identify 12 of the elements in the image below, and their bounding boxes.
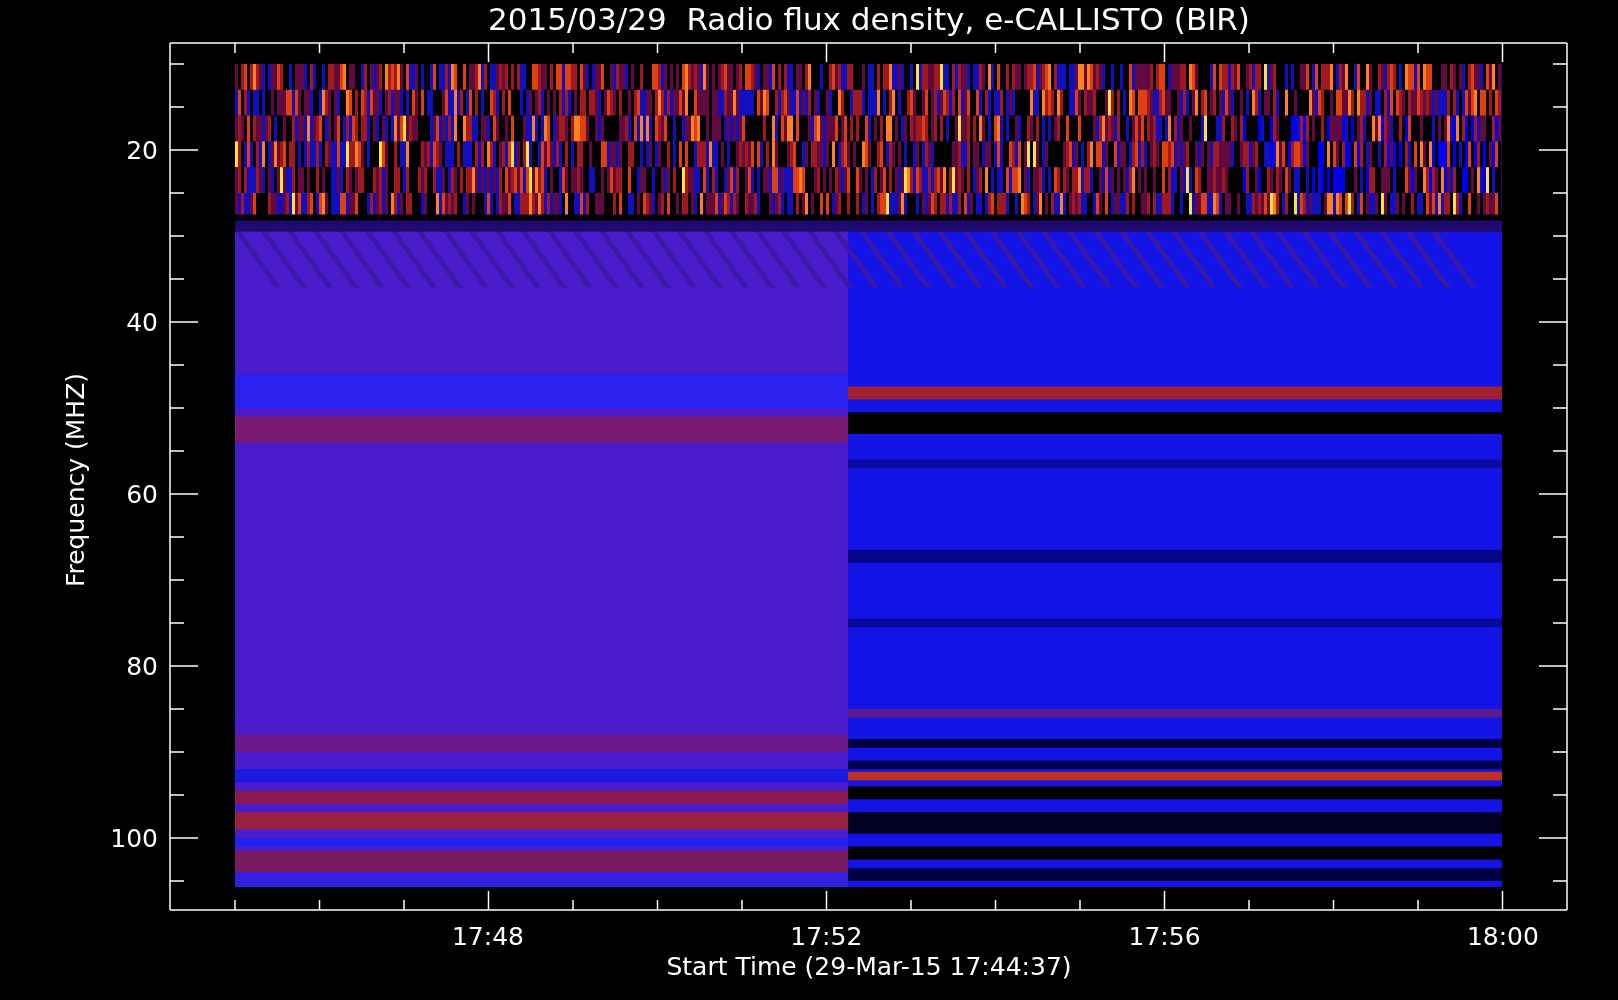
x-tick-label: 18:00 bbox=[1466, 922, 1539, 951]
y-tick-label: 100 bbox=[110, 824, 158, 853]
y-tick-label: 40 bbox=[126, 308, 158, 337]
x-tick-label: 17:56 bbox=[1128, 922, 1201, 951]
x-tick-label: 17:48 bbox=[452, 922, 524, 951]
y-axis-label: Frequency (MHZ) bbox=[61, 372, 90, 588]
y-tick-label: 60 bbox=[126, 480, 158, 509]
y-tick-label: 80 bbox=[126, 652, 158, 681]
x-tick-label: 17:52 bbox=[790, 922, 863, 951]
chart-title: 2015/03/29 Radio flux density, e-CALLISTO (BIR) bbox=[488, 1, 1250, 37]
x-axis-label: Start Time (29-Mar-15 17:44:37) bbox=[666, 952, 1072, 981]
y-tick-label: 20 bbox=[126, 136, 158, 165]
